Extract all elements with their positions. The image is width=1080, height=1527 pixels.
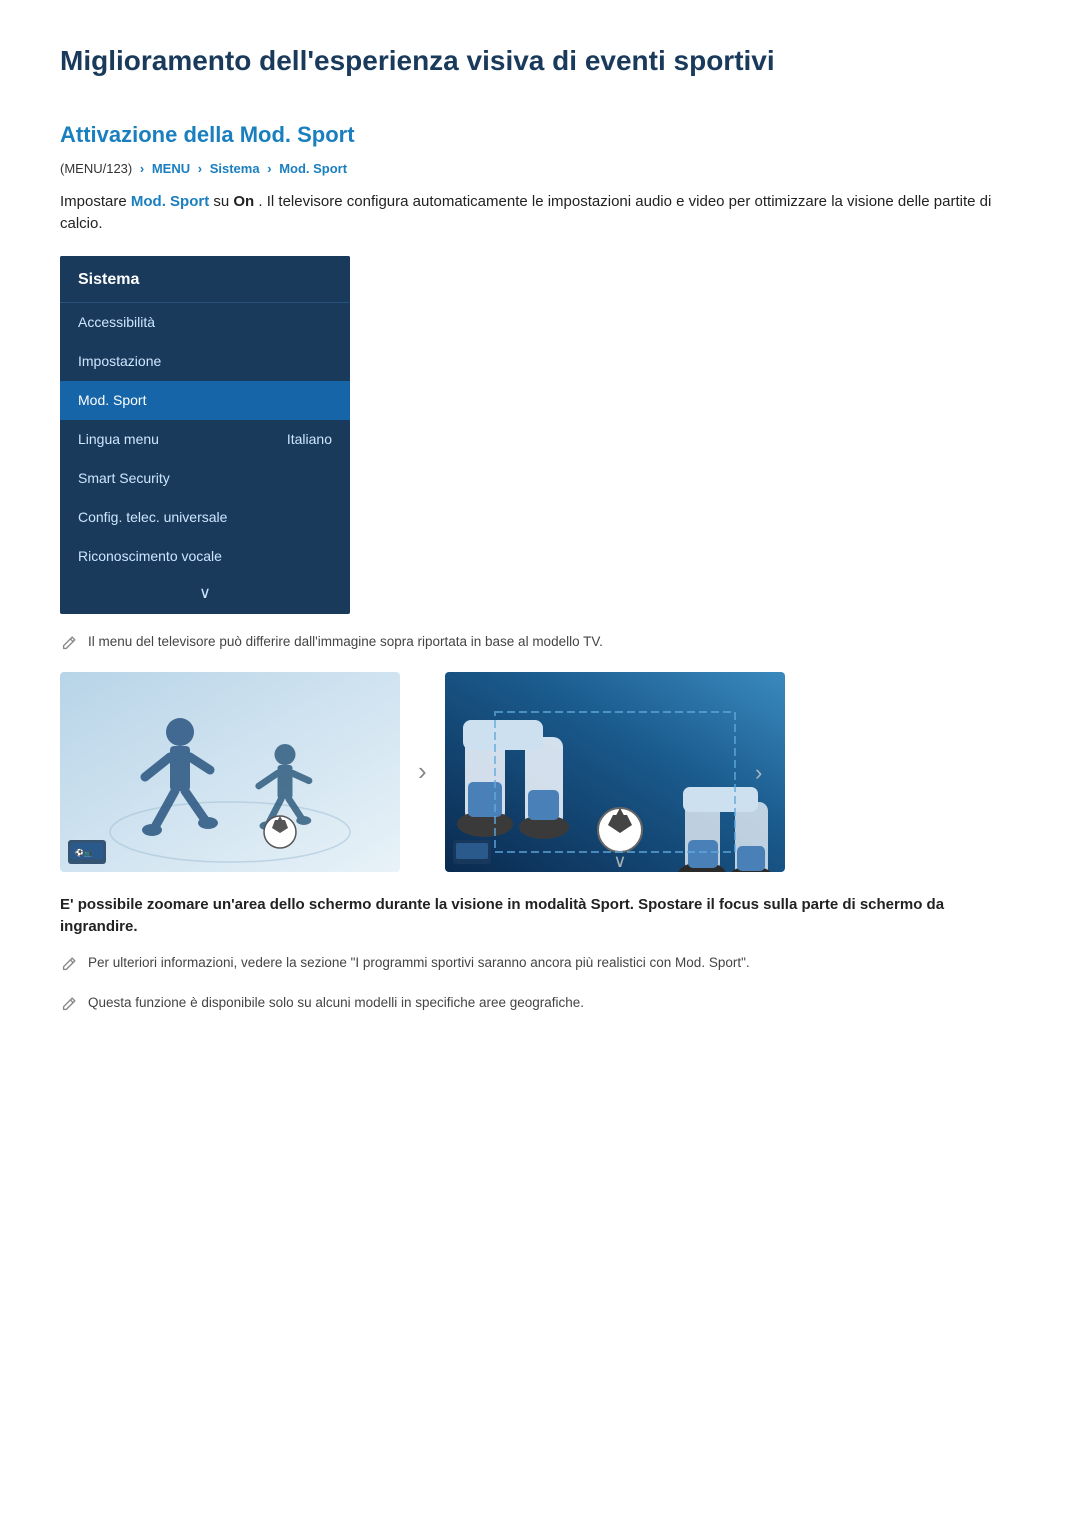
- tv-menu-item-label: Lingua menu: [78, 429, 159, 450]
- pen-icon: [60, 634, 78, 658]
- tv-menu-item-label: Smart Security: [78, 468, 170, 489]
- tv-menu: Sistema Accessibilità Impostazione Mod. Sp…: [60, 256, 350, 614]
- arrow-between: ›: [418, 752, 427, 791]
- intro-prefix: Impostare: [60, 193, 127, 210]
- sport-image-right: › ∨: [445, 672, 785, 872]
- intro-text: Impostare Mod. Sport su On . Il televiso…: [60, 191, 1020, 236]
- description: E' possibile zoomare un'area dello scher…: [60, 894, 1020, 939]
- tv-menu-item: Impostazione: [60, 342, 350, 381]
- breadcrumb-arrow1: ›: [140, 161, 144, 176]
- note2: Per ulteriori informazioni, vedere la se…: [60, 953, 1020, 979]
- tv-menu-item: Mod. Sport: [60, 381, 350, 420]
- breadcrumb-sistema: Sistema: [210, 161, 260, 176]
- intro-su: su: [213, 193, 233, 210]
- tv-menu-item: Smart Security: [60, 459, 350, 498]
- breadcrumb-modsport: Mod. Sport: [279, 161, 347, 176]
- tv-menu-item: Lingua menu Italiano: [60, 420, 350, 459]
- intro-modsport: Mod. Sport: [131, 193, 209, 210]
- breadcrumb-arrow2: ›: [198, 161, 202, 176]
- tv-menu-item: Config. telec. universale: [60, 498, 350, 537]
- tv-menu-item-label: Impostazione: [78, 351, 161, 372]
- tv-menu-chevron: ∨: [60, 576, 350, 614]
- svg-text:›: ›: [755, 760, 762, 785]
- svg-text:∨: ∨: [613, 851, 626, 871]
- tv-menu-item-label: Riconoscimento vocale: [78, 546, 222, 567]
- note1: Il menu del televisore può differire dal…: [60, 632, 1020, 658]
- note1-text: Il menu del televisore può differire dal…: [88, 632, 603, 652]
- breadcrumb-arrow3: ›: [267, 161, 271, 176]
- intro-on: On: [233, 193, 254, 210]
- note2-text: Per ulteriori informazioni, vedere la se…: [88, 953, 750, 973]
- svg-text:⚽📺: ⚽📺: [74, 848, 93, 857]
- pen-icon-3: [60, 995, 78, 1019]
- tv-menu-header: Sistema: [60, 256, 350, 303]
- pen-icon-2: [60, 955, 78, 979]
- sport-image-left: ⚽📺: [60, 672, 400, 872]
- tv-menu-item-label: Mod. Sport: [78, 390, 146, 411]
- tv-menu-item: Accessibilità: [60, 303, 350, 342]
- breadcrumb-part1: (MENU/123): [60, 161, 132, 176]
- breadcrumb-menu: MENU: [152, 161, 190, 176]
- note3-text: Questa funzione è disponibile solo su al…: [88, 993, 584, 1013]
- note3: Questa funzione è disponibile solo su al…: [60, 993, 1020, 1019]
- tv-menu-item: Riconoscimento vocale: [60, 537, 350, 576]
- tv-menu-item-label: Accessibilità: [78, 312, 155, 333]
- section-heading: Attivazione della Mod. Sport: [60, 118, 1020, 151]
- images-row: ⚽📺 ›: [60, 672, 1020, 872]
- tv-menu-item-value: Italiano: [287, 429, 332, 450]
- page-title: Miglioramento dell'esperienza visiva di …: [60, 40, 1020, 82]
- tv-menu-item-label: Config. telec. universale: [78, 507, 227, 528]
- breadcrumb: (MENU/123) › MENU › Sistema › Mod. Sport: [60, 159, 1020, 179]
